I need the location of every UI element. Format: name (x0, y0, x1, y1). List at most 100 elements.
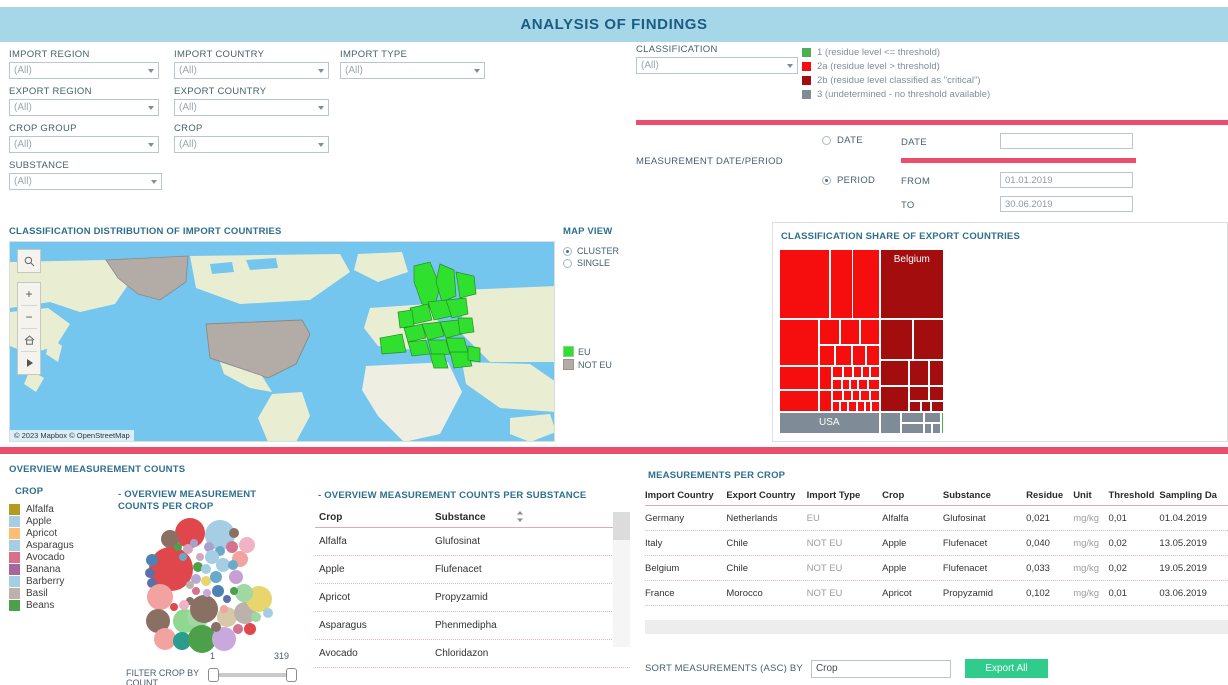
treemap-cell[interactable] (840, 400, 849, 412)
map-search-control[interactable] (17, 249, 41, 273)
treemap-cell[interactable] (840, 319, 860, 346)
treemap-cell[interactable] (940, 411, 944, 434)
table-row[interactable]: Apricot Propyzamid (315, 584, 630, 612)
treemap-cell[interactable] (831, 389, 844, 401)
treemap-cell[interactable] (851, 249, 880, 320)
treemap-cell[interactable] (849, 378, 859, 390)
column-header-substance[interactable]: Substance (943, 490, 1026, 501)
treemap-cell[interactable] (853, 365, 862, 379)
crop-count-slider[interactable]: 1 319 FILTER CROP BY COUNT (126, 651, 306, 685)
treemap-cell[interactable] (831, 400, 841, 412)
search-icon[interactable] (18, 250, 40, 272)
from-input[interactable]: 01.01.2019 (1000, 172, 1133, 188)
table-row[interactable]: Apple Flufenacet (315, 556, 630, 584)
radio-date[interactable]: DATE (822, 135, 863, 146)
treemap-cell[interactable] (924, 411, 941, 423)
table-row[interactable]: Asparagus Phenmedipha (315, 612, 630, 640)
treemap-cell[interactable] (879, 360, 910, 386)
export-region-select[interactable]: (All) (9, 99, 159, 116)
treemap-cell[interactable] (861, 365, 870, 379)
treemap-cell[interactable] (779, 319, 819, 366)
treemap-cell[interactable] (868, 378, 880, 390)
column-header-import-type[interactable]: Import Type (807, 490, 882, 501)
column-header-threshold[interactable]: Threshold (1108, 490, 1159, 501)
treemap-cell[interactable] (779, 249, 831, 320)
treemap-cell[interactable] (901, 422, 925, 434)
table-row[interactable]: Alfalfa Glufosinat (315, 528, 630, 556)
treemap-cell[interactable] (879, 319, 913, 360)
treemap-cell[interactable] (859, 389, 870, 401)
import-country-select[interactable]: (All) (174, 62, 329, 79)
table-row[interactable]: Belgium Chile NOT EU Apple Flufenacet 0,… (645, 556, 1228, 581)
sort-select[interactable]: Crop (810, 659, 951, 678)
treemap-cell[interactable] (864, 400, 872, 412)
substance-select[interactable]: (All) (9, 173, 162, 190)
treemap-cell[interactable] (869, 389, 880, 401)
crop-legend-item[interactable]: Barberry (9, 576, 74, 587)
column-header-sampling-date[interactable]: Sampling Da (1159, 490, 1228, 501)
treemap-cell[interactable] (866, 345, 880, 366)
import-region-select[interactable]: (All) (9, 62, 159, 79)
crop-legend-item[interactable]: Asparagus (9, 540, 74, 551)
date-input[interactable] (1000, 133, 1133, 149)
treemap-cell[interactable] (871, 400, 880, 412)
treemap-cell[interactable] (851, 389, 860, 401)
treemap-cell[interactable] (879, 411, 902, 434)
treemap-cell[interactable] (818, 389, 832, 412)
import-type-select[interactable]: (All) (340, 62, 485, 79)
home-icon[interactable] (18, 329, 40, 351)
export-all-button[interactable]: Export All (964, 659, 1048, 678)
column-header-unit[interactable]: Unit (1073, 490, 1108, 501)
treemap-cell[interactable] (818, 345, 836, 366)
map-view-option-single[interactable]: SINGLE (563, 258, 625, 268)
column-header-export-country[interactable]: Export Country (726, 490, 806, 501)
treemap-cell[interactable] (859, 319, 880, 346)
treemap-chart[interactable]: Belgium USA (779, 249, 944, 434)
treemap-cell[interactable] (835, 345, 852, 366)
treemap-cell[interactable] (909, 360, 930, 386)
bubble-chart[interactable] (128, 513, 318, 653)
zoom-out-icon[interactable]: − (18, 306, 40, 328)
treemap-cell[interactable] (932, 422, 941, 434)
treemap-cell[interactable] (851, 345, 867, 366)
column-header-crop[interactable]: Crop (315, 512, 435, 523)
zoom-in-icon[interactable]: + (18, 283, 40, 305)
treemap-cell[interactable] (924, 422, 933, 434)
substance-table-scrollbar[interactable] (613, 512, 630, 647)
table-row[interactable]: Italy Chile NOT EU Apple Flufenacet 0,04… (645, 531, 1228, 556)
treemap-cell[interactable] (841, 378, 850, 390)
treemap-cell[interactable] (920, 400, 931, 412)
treemap-cell[interactable] (912, 319, 944, 360)
treemap-cell[interactable] (831, 365, 844, 379)
treemap-cell[interactable] (843, 389, 852, 401)
play-icon[interactable] (18, 352, 40, 374)
crop-legend-item[interactable]: Alfalfa (9, 504, 74, 515)
slider-handle-min[interactable] (208, 668, 219, 682)
treemap-cell-usa[interactable]: USA (779, 411, 880, 434)
treemap-cell[interactable] (818, 365, 832, 390)
treemap-cell[interactable] (779, 365, 819, 390)
crop-legend-item[interactable]: Basil (9, 588, 74, 599)
treemap-cell[interactable] (909, 385, 930, 401)
crop-legend-item[interactable]: Apple (9, 516, 74, 527)
treemap-cell[interactable] (858, 378, 869, 390)
scrollbar-thumb[interactable] (613, 512, 630, 540)
crop-group-select[interactable]: (All) (9, 136, 159, 153)
table-row[interactable]: Germany Netherlands EU Alfalfa Glufosina… (645, 506, 1228, 531)
measurements-horizontal-scrollbar[interactable] (645, 620, 1228, 634)
column-header-substance[interactable]: Substance (435, 511, 585, 525)
crop-legend-item[interactable]: Beans (9, 600, 74, 611)
crop-select[interactable]: (All) (174, 136, 329, 153)
crop-legend-item[interactable]: Avocado (9, 552, 74, 563)
treemap-cell[interactable] (929, 360, 944, 386)
treemap-cell[interactable] (779, 389, 819, 412)
treemap-cell[interactable] (901, 411, 925, 423)
radio-period[interactable]: PERIOD (822, 175, 875, 186)
world-map[interactable]: + − © 2023 Mapbox © OpenStreetMap (9, 241, 555, 442)
table-row[interactable]: Avocado Chloridazon (315, 640, 630, 668)
treemap-cell[interactable] (848, 400, 857, 412)
treemap-cell[interactable] (929, 385, 944, 401)
column-header-crop[interactable]: Crop (882, 490, 943, 501)
map-zoom-controls[interactable]: + − (17, 282, 41, 375)
sort-icon[interactable] (517, 511, 523, 525)
